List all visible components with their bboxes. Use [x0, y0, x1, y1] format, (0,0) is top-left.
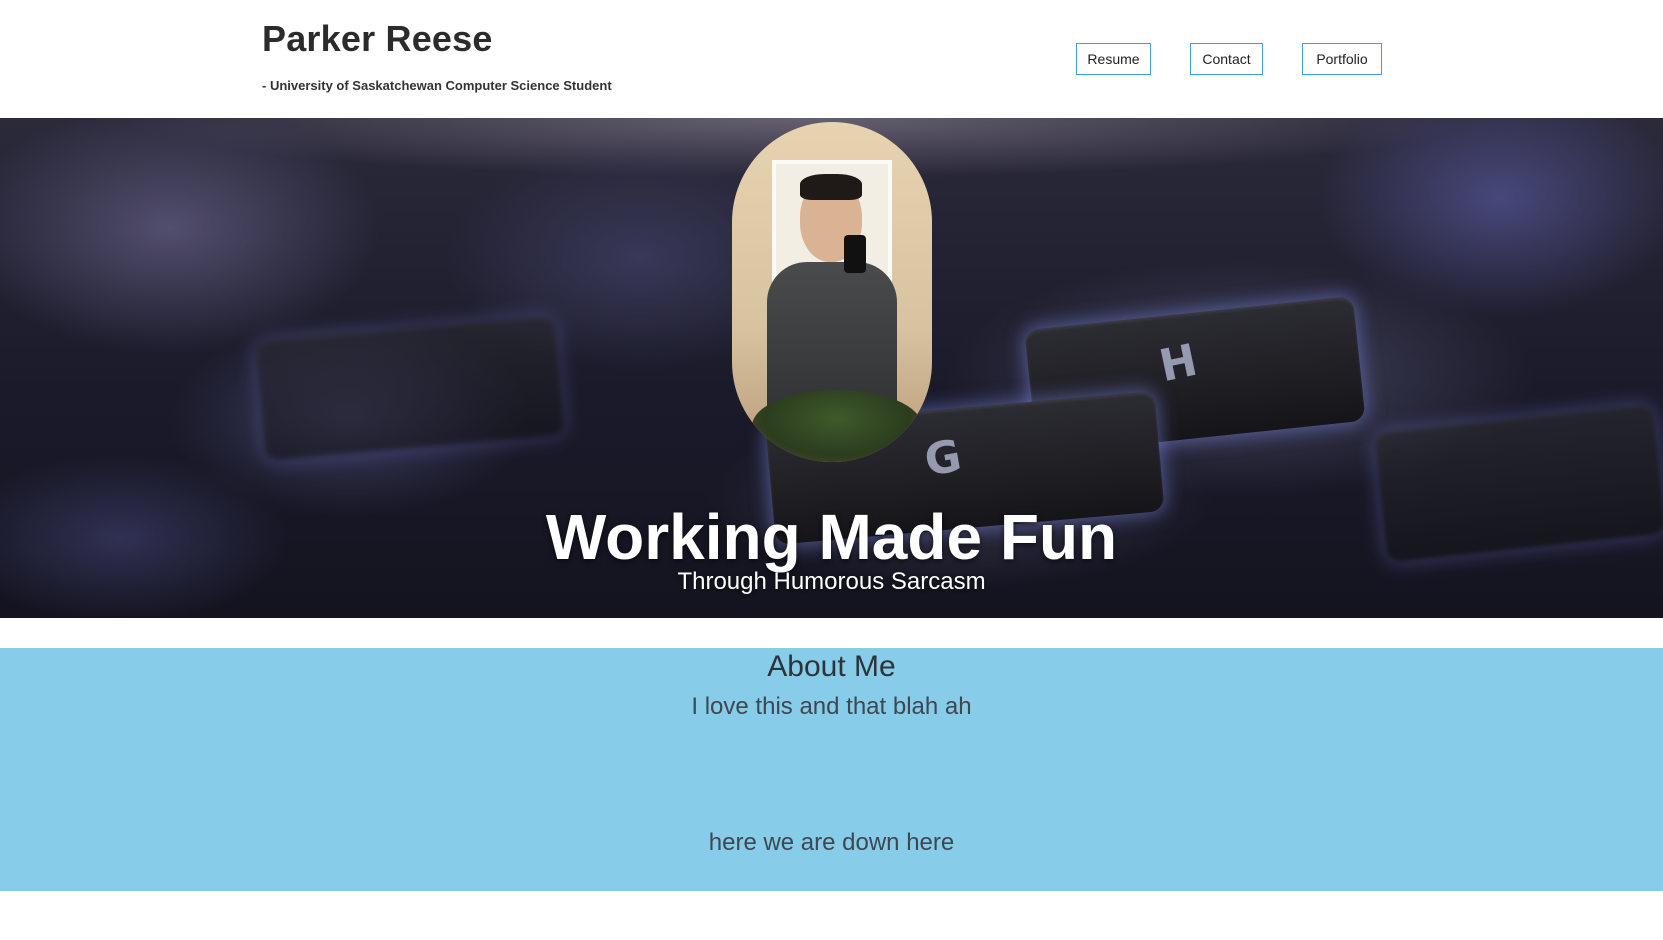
profile-photo — [732, 122, 932, 462]
hero-banner: H G Working Made Fun Through Humorous Sa… — [0, 118, 1663, 618]
photo-phone — [844, 235, 866, 273]
about-heading: About Me — [767, 650, 896, 683]
nav-resume-button[interactable]: Resume — [1076, 43, 1151, 75]
site-header: Parker Reese - University of Saskatchewa… — [0, 0, 1663, 118]
nav-contact-button[interactable]: Contact — [1190, 43, 1263, 75]
photo-person-hair — [800, 174, 862, 200]
site-title: Parker Reese — [262, 18, 493, 59]
site-subtitle: - University of Saskatchewan Computer Sc… — [262, 78, 612, 93]
nav-portfolio-button[interactable]: Portfolio — [1302, 43, 1382, 75]
about-section: About Me I love this and that blah ah he… — [0, 648, 1663, 891]
photo-plant — [752, 390, 922, 462]
about-text: I love this and that blah ah — [691, 693, 972, 720]
keyboard-key — [255, 315, 565, 461]
about-footer-text: here we are down here — [708, 829, 955, 856]
hero-subtitle: Through Humorous Sarcasm — [677, 568, 986, 595]
hero-title: Working Made Fun — [545, 501, 1118, 573]
